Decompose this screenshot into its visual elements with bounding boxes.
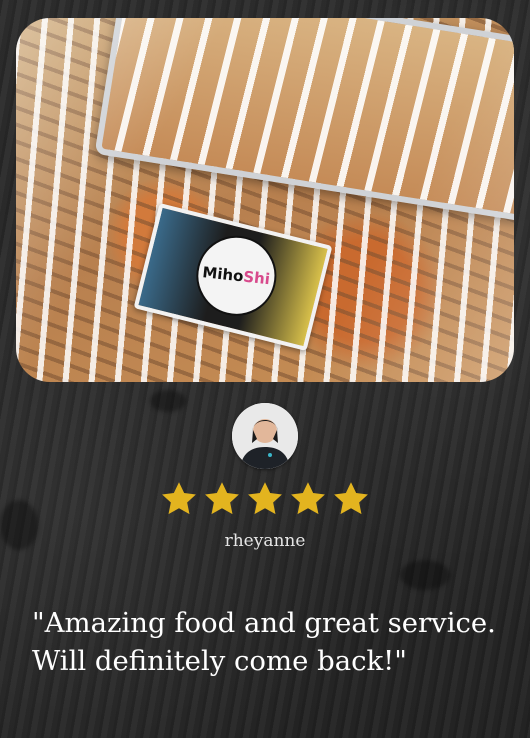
star-icon (334, 482, 368, 515)
reviewer-name: rheyanne (224, 531, 306, 551)
review-card: MihoShi rheyanne "Amazing food and great… (0, 0, 530, 738)
logo-text-accent: Shi (242, 267, 271, 289)
review-quote: "Amazing food and great service. Will de… (32, 607, 496, 677)
star-icon (205, 482, 239, 515)
star-rating (160, 481, 370, 517)
person-icon (232, 403, 298, 469)
food-photo: MihoShi (16, 18, 514, 382)
logo-text: Miho (201, 263, 245, 286)
star-icon (248, 482, 282, 515)
star-icon (162, 482, 196, 515)
star-icon (291, 482, 325, 515)
brand-logo: MihoShi (187, 227, 285, 325)
wood-knot (150, 390, 186, 412)
reviewer-avatar (232, 403, 298, 469)
wood-knot (400, 560, 450, 590)
